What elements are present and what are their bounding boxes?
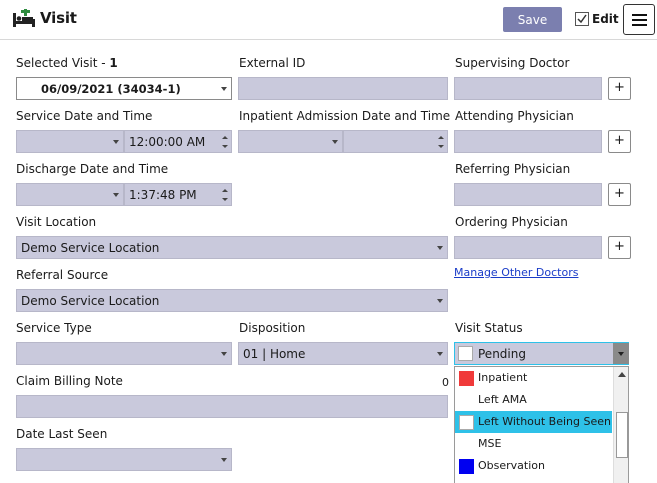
attending-physician-label: Attending Physician [455,109,574,123]
visit-location-select[interactable]: Demo Service Location [16,236,448,259]
discharge-time-value: 1:37:48 PM [129,188,197,202]
edit-checkbox[interactable] [575,12,589,26]
visit-status-value: Pending [478,347,526,361]
visit-location-label: Visit Location [16,215,97,229]
chevron-down-icon [437,299,443,303]
referral-source-select[interactable]: Demo Service Location [16,289,448,312]
visit-status-option-selected[interactable]: Left Without Being Seen [455,411,612,433]
status-color-swatch [459,415,474,430]
save-button[interactable]: Save [503,7,562,32]
inpatient-admission-time-spinner[interactable] [343,130,448,153]
visit-status-option[interactable]: Left AMA [455,389,612,411]
spin-up-icon[interactable] [222,136,228,139]
add-referring-physician-button[interactable]: + [608,183,631,206]
chevron-down-icon [618,352,624,356]
external-id-input[interactable] [238,77,448,100]
discharge-label: Discharge Date and Time [16,162,169,176]
dropdown-scrollbar[interactable] [613,367,628,483]
manage-other-doctors-link[interactable]: Manage Other Doctors [454,266,578,279]
visit-status-option-label: MSE [478,437,502,450]
patient-bed-icon [13,9,35,27]
status-color-swatch [459,371,474,386]
visit-status-toggle[interactable] [613,343,629,364]
attending-physician-input[interactable] [454,130,602,153]
chevron-down-icon [332,140,338,144]
chevron-down-icon [113,140,119,144]
checkmark-icon [577,14,587,24]
supervising-doctor-input[interactable] [454,77,602,100]
visit-status-option-label: Left AMA [478,393,527,406]
disposition-select[interactable]: 01 | Home [238,342,448,365]
visit-status-option[interactable]: Observation [455,455,612,477]
service-date-label: Service Date and Time [16,109,153,123]
disposition-value: 01 | Home [243,347,306,361]
external-id-label: External ID [239,56,306,70]
selected-visit-select[interactable]: 06/09/2021 (34034-1) [16,77,232,100]
chevron-down-icon [221,458,227,462]
ordering-physician-input[interactable] [454,236,602,259]
add-attending-physician-button[interactable]: + [608,130,631,153]
visit-status-option[interactable]: Inpatient [455,367,612,389]
visit-status-dropdown-list: Inpatient Left AMA Left Without Being Se… [454,366,629,483]
service-time-spinner[interactable]: 12:00:00 AM [124,130,232,153]
chevron-down-icon [437,352,443,356]
visit-status-option[interactable]: MSE [455,433,612,455]
referral-source-label: Referral Source [16,268,109,282]
selected-visit-value: 06/09/2021 (34034-1) [41,82,181,96]
claim-billing-note-input[interactable] [16,395,448,418]
date-last-seen-label: Date Last Seen [16,427,108,441]
discharge-date-select[interactable] [16,183,124,206]
page-title: Visit [40,9,77,27]
referral-source-value: Demo Service Location [21,294,160,308]
supervising-doctor-label: Supervising Doctor [455,56,570,70]
service-date-select[interactable] [16,130,124,153]
status-color-swatch [459,459,474,474]
visit-status-option-label: Left Without Being Seen [478,415,611,428]
add-ordering-physician-button[interactable]: + [608,236,631,259]
selected-visit-label: Selected Visit - 1 [16,56,118,70]
ordering-physician-label: Ordering Physician [455,215,568,229]
chevron-down-icon [437,246,443,250]
disposition-label: Disposition [239,321,306,335]
spin-up-icon[interactable] [438,136,444,139]
status-color-swatch [458,346,473,361]
spin-down-icon[interactable] [222,145,228,148]
visit-status-label: Visit Status [455,321,523,335]
spin-down-icon[interactable] [222,198,228,201]
service-time-value: 12:00:00 AM [129,135,206,149]
page-header: Visit Save Edit [0,0,657,40]
service-type-label: Service Type [16,321,92,335]
edit-label: Edit [592,12,619,26]
inpatient-admission-date-select[interactable] [238,130,343,153]
hamburger-icon-bar [632,24,647,26]
hamburger-icon [632,14,647,16]
selected-visit-count: 1 [109,56,118,70]
chevron-down-icon [221,87,227,91]
menu-button[interactable] [623,4,655,35]
visit-status-select[interactable]: Pending [454,342,629,365]
scroll-up-icon[interactable] [618,372,626,377]
add-supervising-doctor-button[interactable]: + [608,77,631,100]
hamburger-icon-bar [632,19,647,21]
spin-down-icon[interactable] [438,145,444,148]
scrollbar-thumb[interactable] [616,412,628,458]
date-last-seen-select[interactable] [16,448,232,471]
chevron-down-icon [113,193,119,197]
referring-physician-label: Referring Physician [455,162,571,176]
visit-status-option-label: Inpatient [478,371,528,384]
referring-physician-input[interactable] [454,183,602,206]
claim-billing-note-char-count: 0 [442,376,449,389]
spin-up-icon[interactable] [222,189,228,192]
inpatient-admission-label: Inpatient Admission Date and Time [239,109,451,123]
discharge-time-spinner[interactable]: 1:37:48 PM [124,183,232,206]
service-type-select[interactable] [16,342,232,365]
chevron-down-icon [221,352,227,356]
visit-status-option-label: Observation [478,459,545,472]
claim-billing-note-label: Claim Billing Note [16,374,123,388]
visit-location-value: Demo Service Location [21,241,160,255]
